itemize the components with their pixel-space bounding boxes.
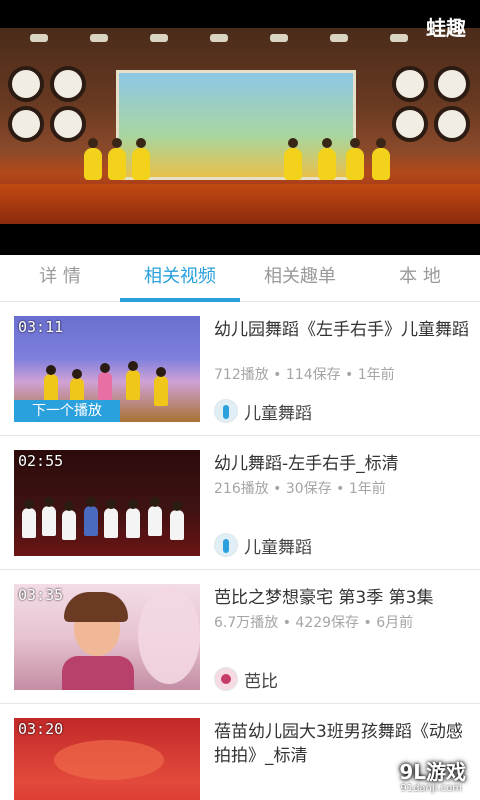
dancer <box>318 138 336 180</box>
author-avatar <box>214 533 238 557</box>
video-author[interactable]: 儿童舞蹈 <box>214 532 312 558</box>
stage-decoration <box>392 106 428 142</box>
dancer <box>148 497 162 536</box>
play-next-badge: 下一个播放 <box>14 400 120 422</box>
video-title[interactable]: 幼儿舞蹈-左手右手_标清 <box>214 452 476 476</box>
tab-related-videos[interactable]: 相关视频 <box>120 255 240 302</box>
dancer <box>84 497 98 536</box>
dancer <box>372 138 390 180</box>
video-duration: 03:11 <box>18 318 64 336</box>
tab-bar: 详 情 相关视频 相关趣单 本 地 <box>0 255 480 302</box>
author-avatar <box>214 667 238 691</box>
stage-light <box>90 34 108 42</box>
tab-details[interactable]: 详 情 <box>0 255 120 301</box>
video-author[interactable]: 芭比 <box>214 666 278 692</box>
dancer <box>42 497 56 536</box>
video-thumbnail[interactable]: 03:11 下一个播放 <box>14 316 200 422</box>
author-name: 儿童舞蹈 <box>244 403 312 424</box>
tab-related-lists[interactable]: 相关趣单 <box>240 255 360 301</box>
video-duration: 02:55 <box>18 452 64 470</box>
dancer <box>346 138 364 180</box>
video-meta: 6.7万播放 • 4229保存 • 6月前 <box>214 615 414 631</box>
tab-local[interactable]: 本 地 <box>360 255 480 301</box>
video-duration: 03:20 <box>18 720 64 738</box>
video-title[interactable]: 幼儿园舞蹈《左手右手》儿童舞蹈 <box>214 318 476 342</box>
author-avatar <box>214 399 238 423</box>
video-frame <box>0 28 480 224</box>
related-video-list: 03:11 下一个播放 幼儿园舞蹈《左手右手》儿童舞蹈 712播放 • 114保… <box>0 302 480 800</box>
stage-floor <box>0 184 480 224</box>
dancer <box>170 501 184 540</box>
dancer <box>154 367 168 406</box>
dancer <box>108 138 126 180</box>
stage-light <box>30 34 48 42</box>
dancer <box>126 499 140 538</box>
character-body <box>62 656 134 690</box>
logo-text: 9L游戏 <box>399 760 466 784</box>
stage-decoration <box>434 106 470 142</box>
author-name: 儿童舞蹈 <box>244 537 312 558</box>
stage-light <box>270 34 288 42</box>
decoration <box>138 588 200 684</box>
dancer <box>84 138 102 180</box>
character-hair <box>64 592 128 622</box>
stage-light <box>330 34 348 42</box>
video-meta: 216播放 • 30保存 • 1年前 <box>214 481 386 497</box>
stage-decoration <box>8 106 44 142</box>
list-item[interactable]: 03:35 芭比之梦想豪宅 第3季 第3集 6.7万播放 • 4229保存 • … <box>0 570 480 704</box>
dancer <box>22 499 36 538</box>
dancer <box>284 138 302 180</box>
stage-decoration <box>8 66 44 102</box>
video-thumbnail[interactable]: 02:55 <box>14 450 200 556</box>
stage-decoration <box>434 66 470 102</box>
video-thumbnail[interactable]: 03:20 <box>14 718 200 800</box>
video-thumbnail[interactable]: 03:35 <box>14 584 200 690</box>
author-name: 芭比 <box>244 671 278 692</box>
list-item[interactable]: 03:11 下一个播放 幼儿园舞蹈《左手右手》儿童舞蹈 712播放 • 114保… <box>0 302 480 436</box>
video-meta: 712播放 • 114保存 • 1年前 <box>214 367 395 383</box>
dancer <box>104 499 118 538</box>
dancer <box>62 501 76 540</box>
logo-url: 91danji.com <box>400 783 462 794</box>
player-watermark: 蛙趣 <box>426 16 466 40</box>
video-player[interactable]: 蛙趣 <box>0 0 480 255</box>
dancer <box>132 138 150 180</box>
stage-light <box>210 34 228 42</box>
dancer <box>98 363 112 402</box>
video-author[interactable]: 儿童舞蹈 <box>214 398 312 424</box>
site-logo: 9L游戏 91danji.com <box>360 754 472 794</box>
video-title[interactable]: 芭比之梦想豪宅 第3季 第3集 <box>214 586 476 610</box>
stage-decoration <box>50 106 86 142</box>
video-duration: 03:35 <box>18 586 64 604</box>
stage-decoration <box>50 66 86 102</box>
stage-light <box>150 34 168 42</box>
decoration <box>54 740 164 780</box>
dancer <box>126 361 140 400</box>
stage-light <box>390 34 408 42</box>
stage-decoration <box>392 66 428 102</box>
list-item[interactable]: 02:55 幼儿舞蹈-左手右手_标清 216播放 • 30保存 • 1年前 儿童… <box>0 436 480 570</box>
